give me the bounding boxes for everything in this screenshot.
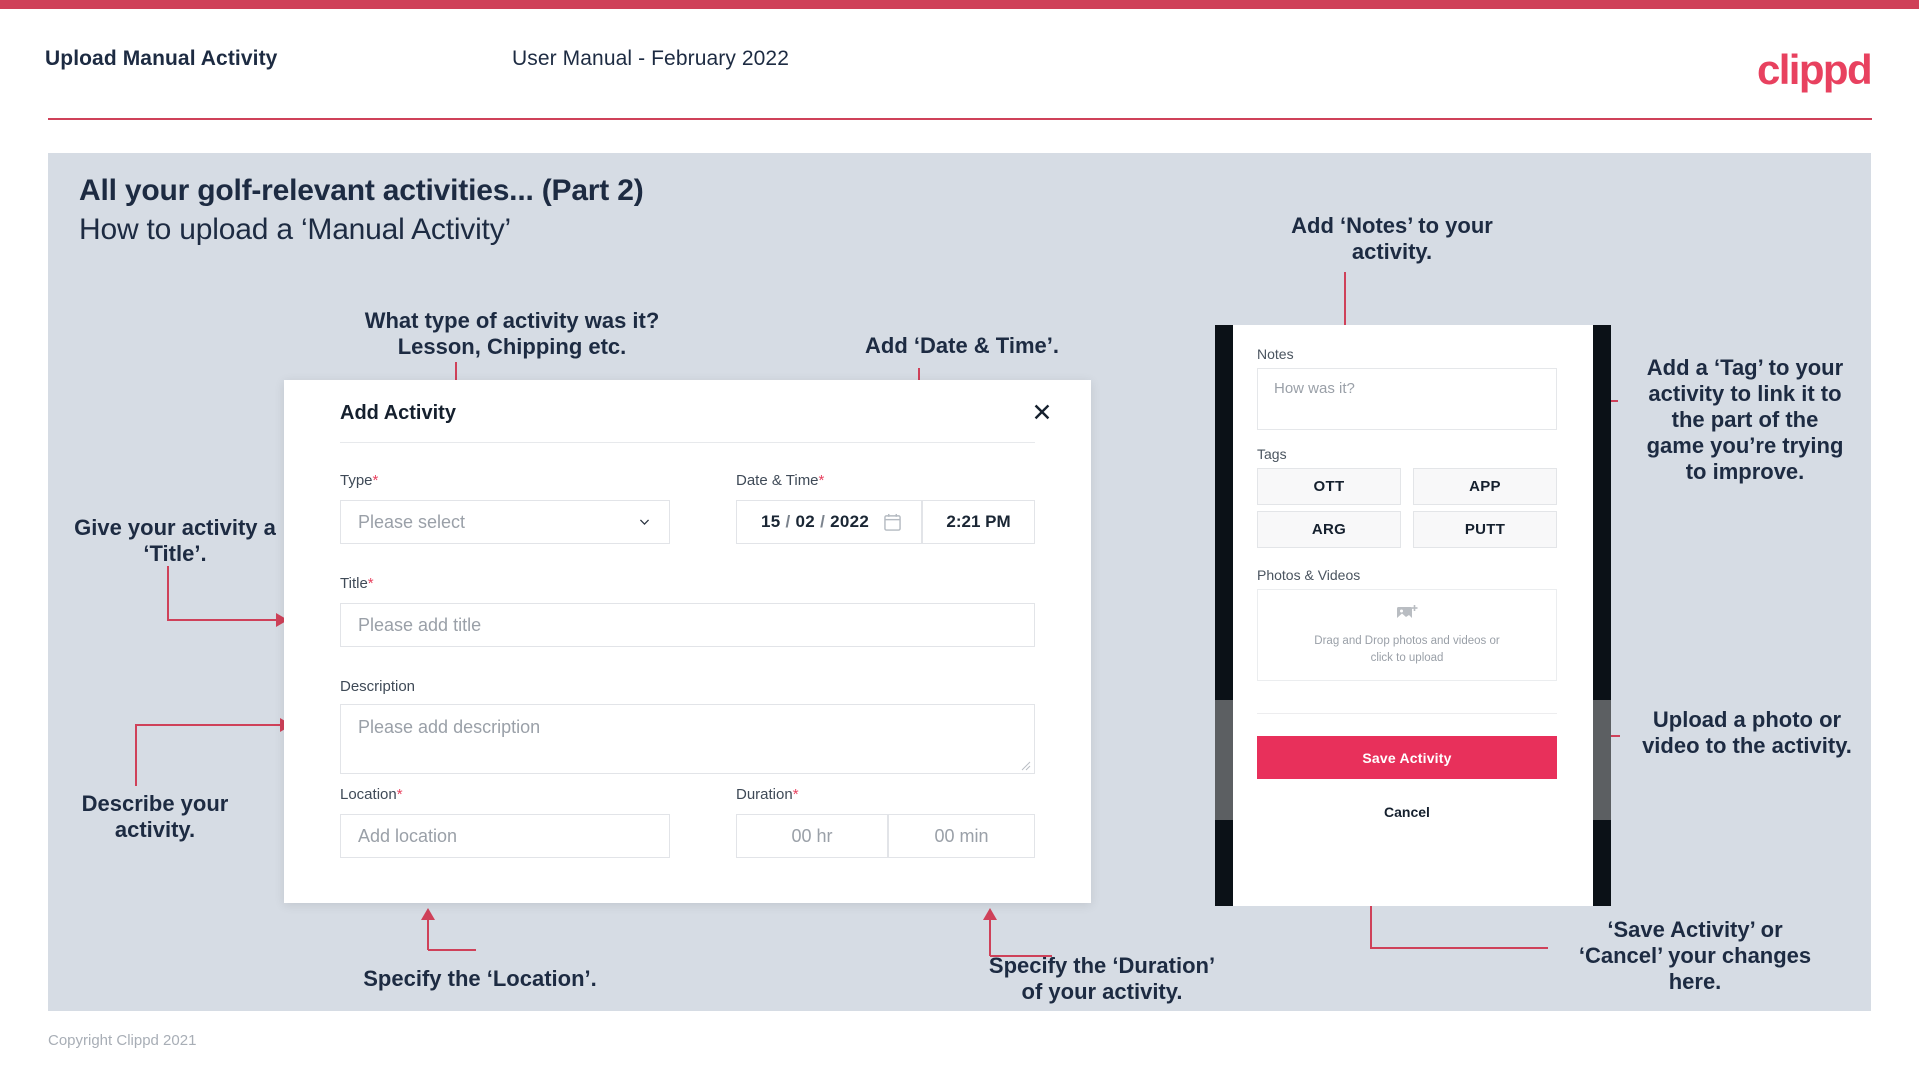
tag-button-arg[interactable]: ARG [1257, 511, 1401, 548]
time-value: 2:21 PM [946, 512, 1011, 531]
datetime-label: Date & Time* [736, 472, 824, 489]
time-input[interactable]: 2:21 PM [922, 500, 1035, 544]
date-month: 02 [795, 512, 816, 531]
header-title: Upload Manual Activity [45, 47, 278, 70]
phone-divider [1257, 713, 1557, 714]
description-label-text: Description [340, 678, 416, 695]
location-required-asterisk: * [396, 786, 403, 803]
dialog-divider [340, 442, 1035, 443]
notes-textarea[interactable]: How was it? [1257, 368, 1557, 430]
connector-title-h [167, 619, 282, 621]
phone-bezel-left [1215, 325, 1233, 906]
notes-placeholder: How was it? [1274, 380, 1355, 397]
phone-screen: Notes How was it? Tags OTT APP ARG PUTT … [1233, 325, 1593, 906]
connector-desc-v [135, 726, 137, 786]
photo-upload-dropzone[interactable]: Drag and Drop photos and videos or click… [1257, 589, 1557, 681]
type-required-asterisk: * [372, 472, 379, 489]
slide-title: All your golf-relevant activities... (Pa… [79, 174, 644, 207]
annotation-title: Give your activity a ‘Title’. [74, 515, 276, 566]
duration-hours-placeholder: 00 hr [791, 825, 833, 846]
tag-button-app[interactable]: APP [1413, 468, 1557, 505]
connector-location-v [427, 920, 429, 950]
connector-duration-h [990, 955, 1052, 957]
phone-bezel-right [1593, 325, 1611, 906]
tags-label: Tags [1257, 446, 1287, 462]
dialog-title: Add Activity [340, 402, 456, 424]
location-label: Location* [340, 786, 403, 803]
date-sep-1: / [785, 512, 791, 531]
dialog-header: Add Activity ✕ [284, 380, 1091, 442]
annotation-duration: Specify the ‘Duration’ of your activity. [988, 953, 1216, 1004]
annotation-notes: Add ‘Notes’ to your activity. [1291, 213, 1493, 264]
annotation-date-time: Add ‘Date & Time’. [865, 333, 1059, 358]
title-required-asterisk: * [367, 575, 374, 592]
annotation-location: Specify the ‘Location’. [363, 966, 597, 991]
title-placeholder: Please add title [358, 614, 482, 635]
duration-minutes-placeholder: 00 min [934, 825, 989, 846]
top-accent-bar [0, 0, 1919, 9]
annotation-tags: Add a ‘Tag’ to your activity to link it … [1646, 355, 1844, 484]
connector-save-h [1370, 947, 1548, 949]
phone-mockup: Notes How was it? Tags OTT APP ARG PUTT … [1215, 325, 1611, 906]
close-icon[interactable]: ✕ [1025, 396, 1059, 430]
clippd-logo: clippd [1756, 46, 1873, 93]
tag-button-putt[interactable]: PUTT [1413, 511, 1557, 548]
location-label-text: Location [340, 786, 397, 803]
connector-desc-h [135, 724, 287, 726]
type-label-text: Type [340, 472, 373, 489]
description-textarea[interactable]: Please add description [340, 704, 1035, 774]
header-divider [48, 118, 1872, 120]
phone-volume-button-left [1215, 700, 1233, 820]
arrow-location [421, 908, 435, 920]
tag-button-ott[interactable]: OTT [1257, 468, 1401, 505]
date-input[interactable]: 15 / 02 / 2022 [736, 500, 922, 544]
date-sep-2: / [820, 512, 826, 531]
photos-label: Photos & Videos [1257, 567, 1361, 583]
duration-minutes-input[interactable]: 00 min [888, 814, 1035, 858]
connector-title-v [167, 566, 169, 621]
arrow-duration [983, 908, 997, 920]
title-label-text: Title [340, 575, 368, 592]
chevron-down-icon [639, 519, 650, 525]
calendar-icon[interactable] [884, 513, 901, 531]
slide-subtitle: How to upload a ‘Manual Activity’ [79, 213, 511, 246]
duration-hours-input[interactable]: 00 hr [736, 814, 888, 858]
datetime-required-asterisk: * [818, 472, 825, 489]
add-image-icon [1397, 604, 1418, 620]
duration-required-asterisk: * [792, 786, 799, 803]
connector-location-h [428, 949, 476, 951]
connector-duration-v [989, 920, 991, 956]
phone-power-button-right [1593, 700, 1611, 820]
resize-handle-icon[interactable] [1021, 761, 1031, 771]
location-placeholder: Add location [358, 825, 458, 846]
page-header: Upload Manual Activity User Manual - Feb… [0, 9, 1919, 127]
datetime-label-text: Date & Time [736, 472, 819, 489]
date-year: 2022 [830, 512, 870, 531]
title-input[interactable]: Please add title [340, 603, 1035, 647]
type-select[interactable]: Please select [340, 500, 670, 544]
duration-label: Duration* [736, 786, 799, 803]
annotation-photos: Upload a photo or video to the activity. [1642, 707, 1852, 758]
description-placeholder: Please add description [358, 717, 541, 737]
annotation-description: Describe your activity. [81, 791, 229, 842]
date-day: 15 [761, 512, 781, 531]
header-subtitle: User Manual - February 2022 [512, 47, 789, 70]
location-input[interactable]: Add location [340, 814, 670, 858]
annotation-type: What type of activity was it? Lesson, Ch… [364, 308, 660, 359]
duration-label-text: Duration [736, 786, 793, 803]
type-label: Type* [340, 472, 378, 489]
type-placeholder: Please select [358, 511, 466, 532]
title-label: Title* [340, 575, 374, 592]
description-label: Description [340, 678, 415, 695]
notes-label: Notes [1257, 346, 1294, 362]
copyright-footer: Copyright Clippd 2021 [48, 1032, 197, 1049]
save-activity-button[interactable]: Save Activity [1257, 736, 1557, 779]
photo-upload-instructions: Drag and Drop photos and videos or click… [1314, 634, 1500, 664]
cancel-button[interactable]: Cancel [1257, 804, 1557, 820]
add-activity-dialog: Add Activity ✕ Type* Please select Date … [284, 380, 1091, 903]
annotation-save-cancel: ‘Save Activity’ or ‘Cancel’ your changes… [1578, 917, 1812, 994]
